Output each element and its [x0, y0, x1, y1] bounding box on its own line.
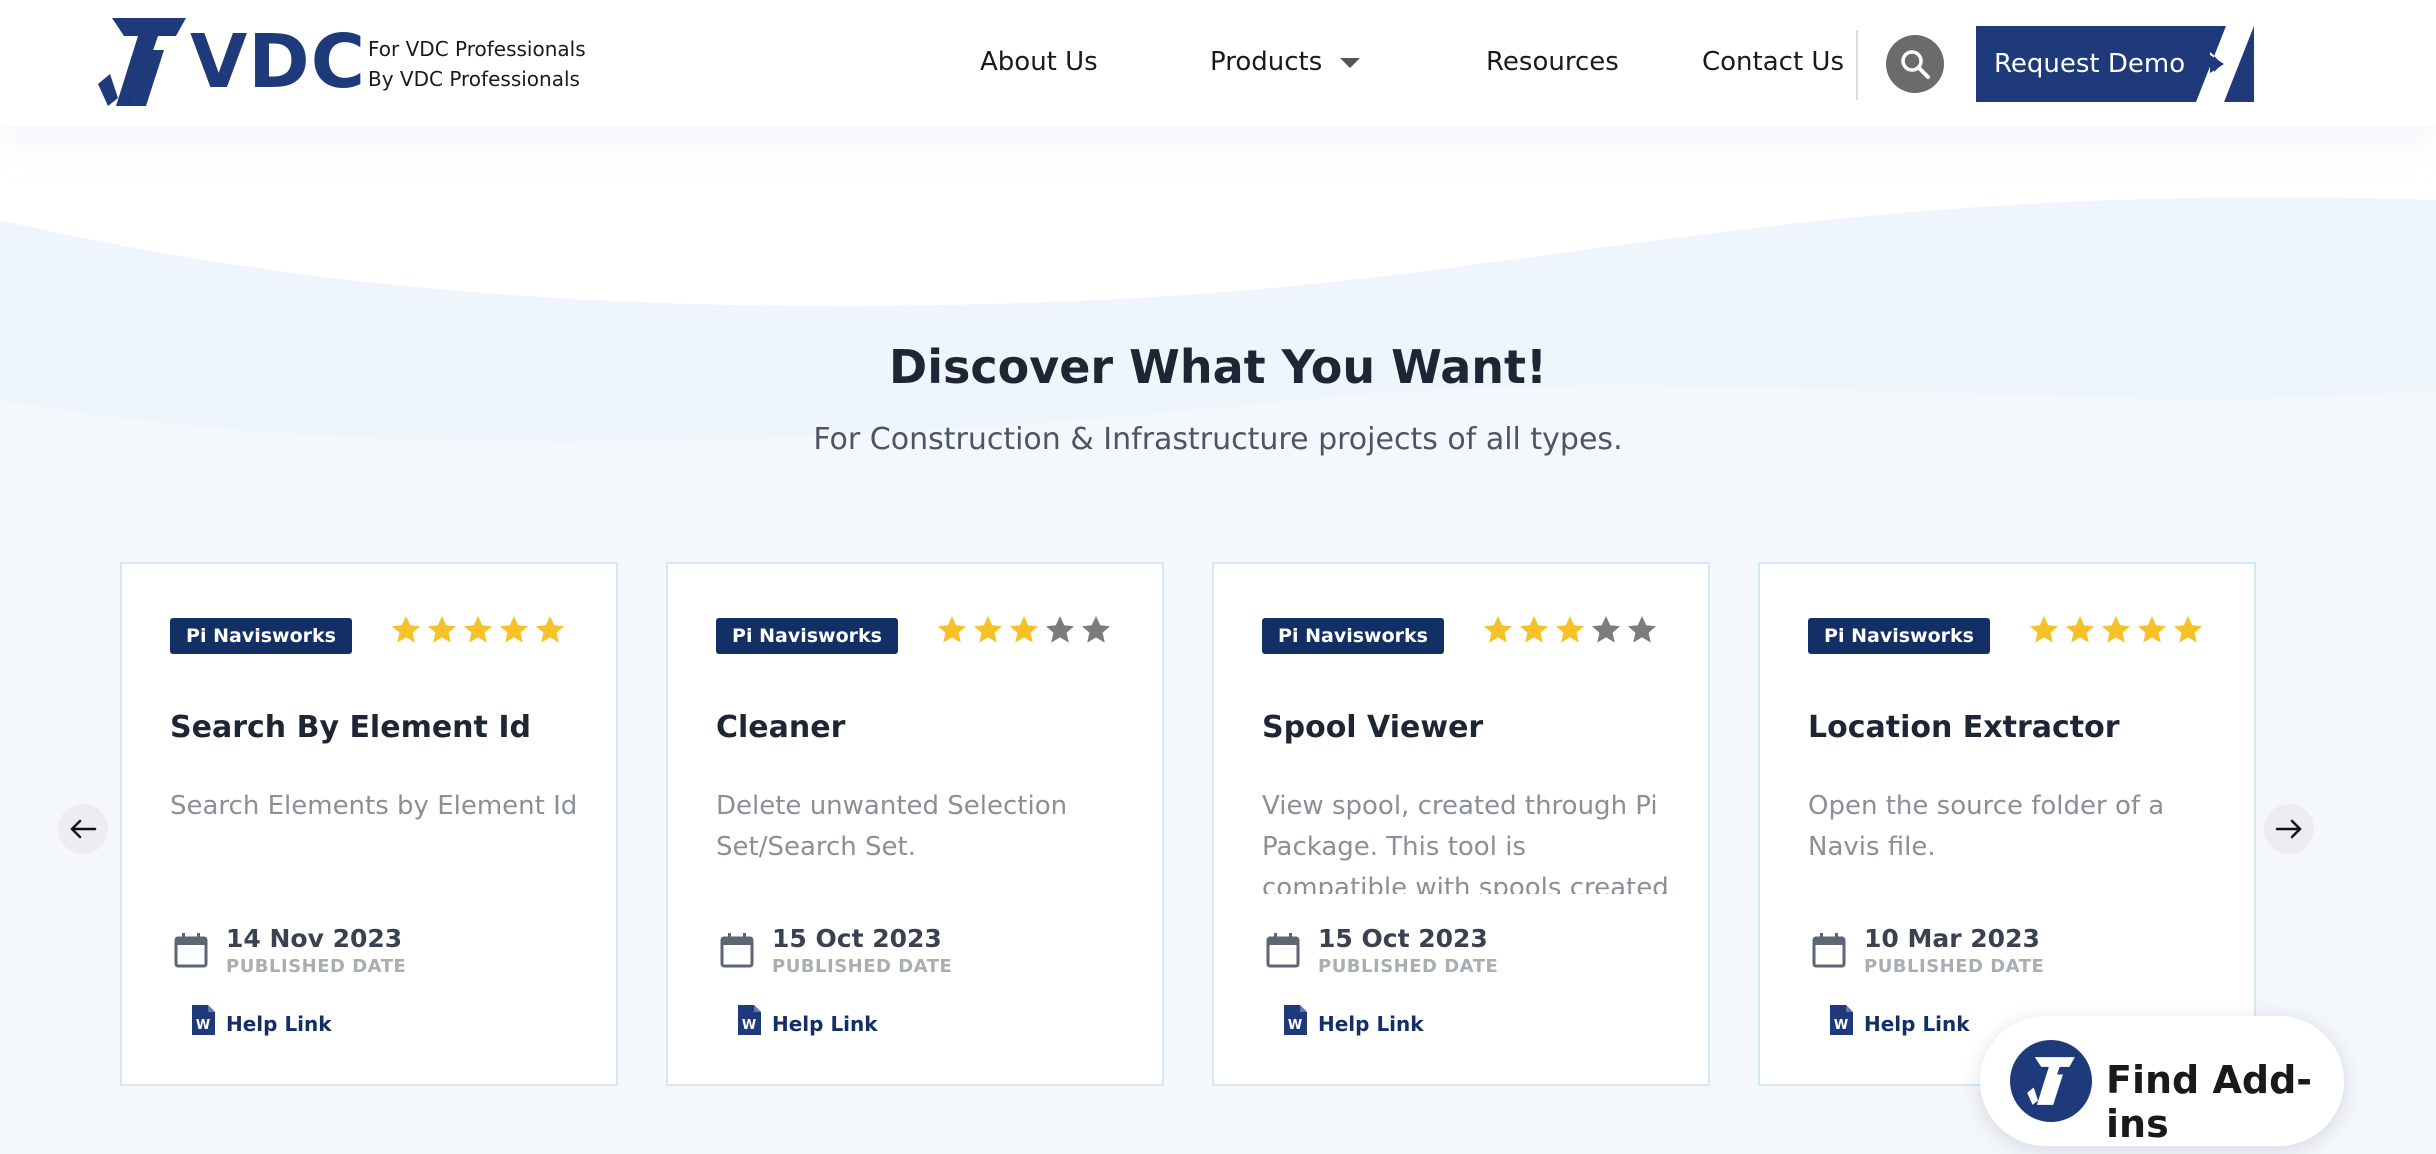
- star-filled-icon: [2102, 616, 2130, 643]
- logo-text: VDC: [190, 19, 367, 105]
- word-doc-icon[interactable]: W: [736, 1004, 762, 1036]
- card-description: Open the source folder of a Navis file.: [1808, 791, 2165, 862]
- published-date-label: PUBLISHED DATE: [772, 956, 953, 977]
- calendar-icon: [720, 933, 754, 968]
- published-date: 15 Oct 2023: [1318, 924, 1488, 953]
- card-description: Search Elements by Element Id: [170, 791, 578, 821]
- published-date-label: PUBLISHED DATE: [1318, 956, 1499, 977]
- calendar-icon: [1812, 933, 1846, 968]
- star-filled-icon: [938, 616, 966, 643]
- star-rating: [390, 614, 566, 646]
- request-demo-button[interactable]: Request Demo: [1976, 26, 2254, 102]
- card-title[interactable]: Search By Element Id: [170, 710, 531, 745]
- search-button[interactable]: [1886, 35, 1944, 93]
- addin-card-1[interactable]: Pi Navisworks Search By Element Id Searc…: [120, 562, 618, 1086]
- help-link[interactable]: Help Link: [1318, 1012, 1424, 1036]
- tagline-line-2: By VDC Professionals: [368, 67, 580, 91]
- card-description: Delete unwanted Selection Set/Search Set…: [716, 791, 1068, 862]
- find-addins-button[interactable]: Find Add-ins: [1980, 1016, 2344, 1146]
- star-filled-icon: [2030, 616, 2058, 643]
- star-filled-icon: [392, 616, 420, 643]
- word-doc-icon[interactable]: W: [1282, 1004, 1308, 1036]
- star-filled-icon: [1484, 616, 1512, 643]
- addin-card-4[interactable]: Pi Navisworks Location Extractor Open th…: [1758, 562, 2256, 1086]
- star-filled-icon: [464, 616, 492, 643]
- card-title[interactable]: Location Extractor: [1808, 710, 2120, 745]
- star-filled-icon: [974, 616, 1002, 643]
- svg-text:W: W: [196, 1018, 210, 1033]
- nav-about-us[interactable]: About Us: [980, 44, 1098, 80]
- star-filled-icon: [2174, 616, 2202, 643]
- calendar-icon: [174, 933, 208, 968]
- published-date: 10 Mar 2023: [1864, 924, 2040, 953]
- help-link[interactable]: Help Link: [226, 1012, 332, 1036]
- svg-text:W: W: [1834, 1018, 1848, 1033]
- star-filled-icon: [536, 616, 564, 643]
- published-date: 15 Oct 2023: [772, 924, 942, 953]
- carousel-prev-button[interactable]: [58, 804, 108, 854]
- arrow-right-icon: [2275, 819, 2302, 839]
- star-filled-icon: [428, 616, 456, 643]
- star-filled-icon: [1520, 616, 1548, 643]
- request-demo-label: Request Demo: [1994, 49, 2186, 79]
- tagline-line-1: For VDC Professionals: [368, 37, 586, 61]
- star-filled-icon: [1556, 616, 1584, 643]
- published-date-label: PUBLISHED DATE: [226, 956, 407, 977]
- addin-card-3[interactable]: Pi Navisworks Spool Viewer View spool, c…: [1212, 562, 1710, 1086]
- vdc-logo[interactable]: VDC: [94, 14, 366, 110]
- product-badge: Pi Navisworks: [1808, 618, 1990, 654]
- tagline: For VDC Professionals By VDC Professiona…: [368, 34, 586, 94]
- nav-divider: [1856, 30, 1858, 100]
- site-header: VDC For VDC Professionals By VDC Profess…: [0, 0, 2436, 126]
- card-title[interactable]: Cleaner: [716, 710, 845, 745]
- word-doc-icon[interactable]: W: [190, 1004, 216, 1036]
- play-arrow-icon: [2210, 55, 2224, 73]
- product-badge: Pi Navisworks: [716, 618, 898, 654]
- nav-contact-us[interactable]: Contact Us: [1702, 44, 1844, 80]
- carousel-next-button[interactable]: [2264, 804, 2314, 854]
- svg-text:W: W: [742, 1018, 756, 1033]
- find-addins-logo-icon: [2010, 1040, 2092, 1122]
- star-rating: [1482, 614, 1658, 646]
- star-filled-icon: [2138, 616, 2166, 643]
- star-filled-icon: [1010, 616, 1038, 643]
- star-filled-icon: [2066, 616, 2094, 643]
- arrow-left-icon: [70, 819, 97, 839]
- find-addins-label: Find Add-ins: [2106, 1058, 2313, 1146]
- published-date: 14 Nov 2023: [226, 924, 403, 953]
- calendar-icon: [1266, 933, 1300, 968]
- chevron-down-icon[interactable]: [1340, 58, 1360, 68]
- star-rating: [936, 614, 1112, 646]
- logo-mark-icon: [98, 18, 186, 106]
- star-empty-icon: [1592, 616, 1620, 643]
- help-link[interactable]: Help Link: [1864, 1012, 1970, 1036]
- published-date-label: PUBLISHED DATE: [1864, 956, 2045, 977]
- svg-text:W: W: [1288, 1018, 1302, 1033]
- section-subtitle: For Construction & Infrastructure projec…: [813, 422, 1623, 457]
- product-badge: Pi Navisworks: [1262, 618, 1444, 654]
- help-link[interactable]: Help Link: [772, 1012, 878, 1036]
- star-empty-icon: [1082, 616, 1110, 643]
- star-empty-icon: [1046, 616, 1074, 643]
- section-title: Discover What You Want!: [889, 340, 1547, 394]
- nav-products[interactable]: Products: [1210, 44, 1322, 80]
- addin-card-2[interactable]: Pi Navisworks Cleaner Delete unwanted Se…: [666, 562, 1164, 1086]
- star-rating: [2028, 614, 2204, 646]
- star-empty-icon: [1628, 616, 1656, 643]
- word-doc-icon[interactable]: W: [1828, 1004, 1854, 1036]
- nav-resources[interactable]: Resources: [1486, 44, 1619, 80]
- product-badge: Pi Navisworks: [170, 618, 352, 654]
- search-icon: [1901, 50, 1930, 79]
- card-title[interactable]: Spool Viewer: [1262, 710, 1483, 745]
- card-description: View spool, created through Pi Package. …: [1262, 791, 1669, 894]
- star-filled-icon: [500, 616, 528, 643]
